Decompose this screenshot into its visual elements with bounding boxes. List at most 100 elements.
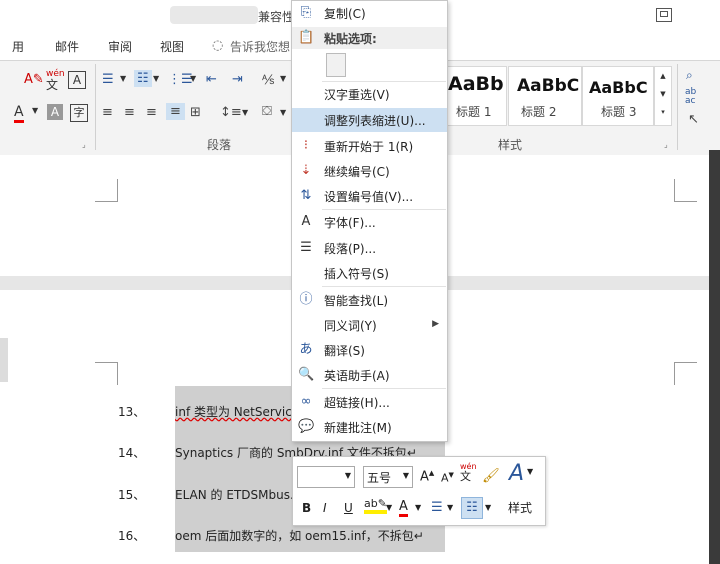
chevron-down-icon[interactable]: ▼ [403,471,409,480]
tab-mailings[interactable]: 邮件 [55,38,79,55]
style-name: 标题 2 [521,105,557,119]
menu-item-continue-numbering[interactable]: ⇣ 继续编号(C) [292,159,447,183]
chevron-down-icon[interactable]: ▼ [485,503,491,512]
styles-scroll[interactable]: ▲ ▼ ▾ [654,66,672,126]
tell-me-search[interactable]: 告诉我您想 [230,38,290,55]
menu-item-font[interactable]: A 字体(F)... [292,210,447,234]
line-spacing-icon[interactable]: ↕≡ [220,105,242,120]
menu-item-copy[interactable]: ⎘ 复制(C) [292,1,447,25]
style-heading2[interactable]: AaBbC 标题 2 [508,66,582,126]
menu-item-insert-symbol[interactable]: 插入符号(S) [292,261,447,285]
list-item[interactable]: oem 后面加数字的，如 oem15.inf，不拆包↵ [175,527,424,544]
italic-button[interactable]: I [323,501,327,515]
style-heading1[interactable]: AaBb 标题 1 [446,66,507,126]
menu-item-hyperlink[interactable]: ∞ 超链接(H)... [292,390,447,414]
font-color-icon[interactable]: A [399,499,408,517]
paste-keep-text-icon[interactable] [326,53,346,77]
style-heading3[interactable]: AaBbC 标题 3 [582,66,654,126]
translate-icon: あ [299,342,313,357]
mini-toolbar: ▼ 五号 ▼ A▲ A▼ wén 文 🖌 A ▼ B I U ab✎ ▼ A ▼… [292,456,546,526]
font-size-input[interactable]: 五号 ▼ [363,466,413,488]
styles-label[interactable]: 样式 [508,499,532,516]
shading-icon[interactable]: ⛋ [262,104,272,119]
chevron-down-icon[interactable]: ▼ [120,74,126,83]
dialog-launcher-icon[interactable]: ⌟ [664,140,668,149]
grow-font-icon[interactable]: A▲ [420,469,434,484]
menu-item-reconvert[interactable]: 汉字重选(V) [292,82,447,106]
font-color-icon[interactable]: A [14,104,24,123]
page-corner-mark [674,362,697,385]
chevron-down-icon[interactable]: ▼ [153,74,159,83]
scroll-up-icon[interactable]: ▲ [655,67,671,85]
dialog-launcher-icon[interactable]: ⌟ [82,140,86,149]
bullets-icon[interactable]: ☰ [102,72,114,87]
numbering-icon[interactable]: ☷ [461,497,483,519]
format-painter-icon[interactable]: 🖌 [482,468,500,484]
menu-item-smart-lookup[interactable]: ⓘ 智能查找(L) [292,288,447,312]
phonetic-guide-button[interactable]: wén 文 [460,462,477,483]
justify-icon[interactable]: ≡ [166,103,185,120]
chevron-down-icon[interactable]: ▼ [190,74,196,83]
distributed-icon[interactable]: ⊞ [190,105,201,120]
replace-icon[interactable]: ab ac [685,88,696,106]
chevron-down-icon[interactable]: ▼ [280,108,286,117]
phonetic-guide-button[interactable]: wén 文 [46,70,65,92]
phonetic-char: 文 [46,78,59,92]
menu-item-paragraph[interactable]: ☰ 段落(P)... [292,236,447,260]
style-name: 标题 3 [601,105,637,119]
list-number: 16、 [118,529,146,543]
menu-item-label: 字体(F)... [324,216,376,230]
tab-review[interactable]: 审阅 [108,38,132,55]
shrink-font-icon[interactable]: A▼ [441,471,454,485]
chevron-down-icon[interactable]: ▼ [345,471,351,480]
menu-item-synonyms[interactable]: 同义词(Y) ▶ [292,313,447,337]
list-item[interactable]: ELAN 的 ETDSMbus. [175,486,294,503]
enclose-characters-icon[interactable]: 字 [70,104,88,122]
chevron-down-icon[interactable]: ▼ [280,74,286,83]
align-center-icon[interactable]: ≡ [124,105,135,120]
menu-item-translate[interactable]: あ 翻译(S) [292,338,447,362]
styles-group-label: 样式 [498,138,523,152]
list-item[interactable]: inf 类型为 NetServic [175,403,292,420]
tab-layout[interactable]: 用 [12,38,24,55]
menu-item-adjust-list-indents[interactable]: 调整列表缩进(U)... [292,108,447,132]
chevron-down-icon[interactable]: ▼ [386,503,392,512]
clear-formatting-icon[interactable]: A✎ [24,72,44,87]
chevron-down-icon[interactable]: ▼ [447,503,453,512]
menu-item-set-numbering-value[interactable]: ⇅ 设置编号值(V)... [292,184,447,208]
menu-item-english-assistant[interactable]: 🔍 英语助手(A) [292,363,447,387]
bold-button[interactable]: B [302,501,311,515]
chevron-down-icon[interactable]: ▼ [527,467,533,476]
font-name-input[interactable]: ▼ [297,466,355,488]
ribbon-display-options-button[interactable] [656,8,672,22]
decrease-indent-icon[interactable]: ⇤ [206,72,217,87]
character-border-icon[interactable]: A [68,71,86,89]
increase-indent-icon[interactable]: ⇥ [232,72,243,87]
bullets-icon[interactable]: ☰ [431,500,443,515]
chevron-down-icon[interactable]: ▼ [32,106,38,115]
menu-item-restart-at-1[interactable]: ⁝ 重新开始于 1(R) [292,134,447,158]
chinese-layout-icon[interactable]: ⅍ [262,72,274,88]
tab-view[interactable]: 视图 [160,38,184,55]
list-number: 15、 [118,488,146,502]
style-sample: AaBbC [589,78,648,97]
styles-icon[interactable]: A [509,461,524,486]
align-left-icon[interactable]: ≡ [102,105,113,120]
menu-item-label: 智能查找(L) [324,294,389,308]
find-icon[interactable]: ⌕ [686,68,693,83]
menu-item-label: 汉字重选(V) [324,88,390,102]
highlight-color-icon[interactable]: ab✎ [364,497,387,514]
character-shading-icon[interactable]: A [47,104,63,120]
chevron-down-icon[interactable]: ▼ [242,108,248,117]
multilevel-list-icon[interactable]: ⋮☰ [168,72,193,87]
page-corner-mark [95,179,118,202]
align-right-icon[interactable]: ≡ [146,105,157,120]
menu-item-new-comment[interactable]: 💬 新建批注(M) [292,415,447,439]
numbering-icon[interactable]: ☷ [134,70,152,87]
more-styles-icon[interactable]: ▾ [655,103,671,121]
chevron-down-icon[interactable]: ▼ [415,503,421,512]
select-icon[interactable]: ↖ [688,112,699,127]
set-number-value-icon: ⇅ [300,188,312,203]
underline-button[interactable]: U [344,501,353,515]
scroll-down-icon[interactable]: ▼ [655,85,671,103]
